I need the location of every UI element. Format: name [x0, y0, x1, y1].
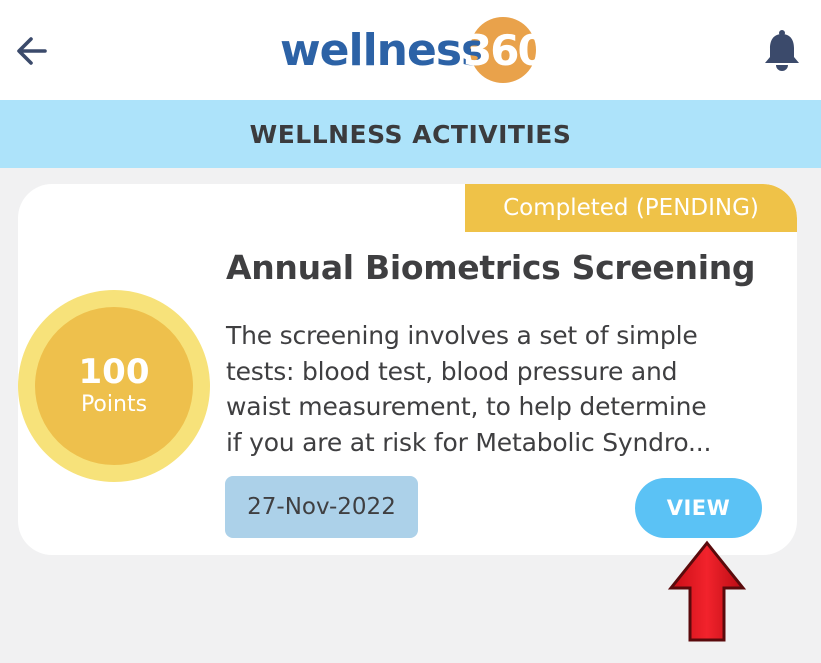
description-line: if you are at risk for Metabolic Syndro.… [226, 427, 712, 457]
activity-date: 27-Nov-2022 [225, 476, 418, 538]
section-header: WELLNESS ACTIVITIES [0, 100, 821, 168]
bell-icon [765, 30, 799, 71]
section-title: WELLNESS ACTIVITIES [249, 119, 572, 149]
activity-card[interactable]: Completed (PENDING) 100 Points Annual Bi… [18, 184, 797, 555]
arrow-left-icon [17, 37, 47, 65]
logo-number: 360 [463, 26, 547, 75]
notifications-button[interactable] [760, 28, 804, 72]
points-badge: 100 Points [18, 290, 210, 482]
view-button[interactable]: VIEW [635, 478, 762, 538]
description-line: waist measurement, to help determine [226, 392, 707, 421]
back-button[interactable] [12, 30, 54, 72]
red-arrow-up-icon [667, 540, 747, 642]
wellness-activities-screen: wellness 360 WELLNESS ACTIVITIES Complet… [0, 0, 821, 663]
app-header: wellness 360 [0, 0, 821, 100]
description-line: The screening involves a set of simple [226, 321, 698, 350]
activity-description: The screening involves a set of simple t… [226, 318, 776, 460]
logo-text: wellness [280, 25, 487, 76]
description-line: tests: blood test, blood pressure and [226, 356, 678, 386]
status-badge: Completed (PENDING) [465, 184, 797, 232]
points-label: Points [80, 392, 148, 417]
points-value: 100 [78, 352, 150, 392]
wellness360-logo: wellness 360 [280, 14, 547, 86]
activity-title: Annual Biometrics Screening [226, 248, 756, 287]
points-inner-circle: 100 Points [35, 307, 193, 465]
